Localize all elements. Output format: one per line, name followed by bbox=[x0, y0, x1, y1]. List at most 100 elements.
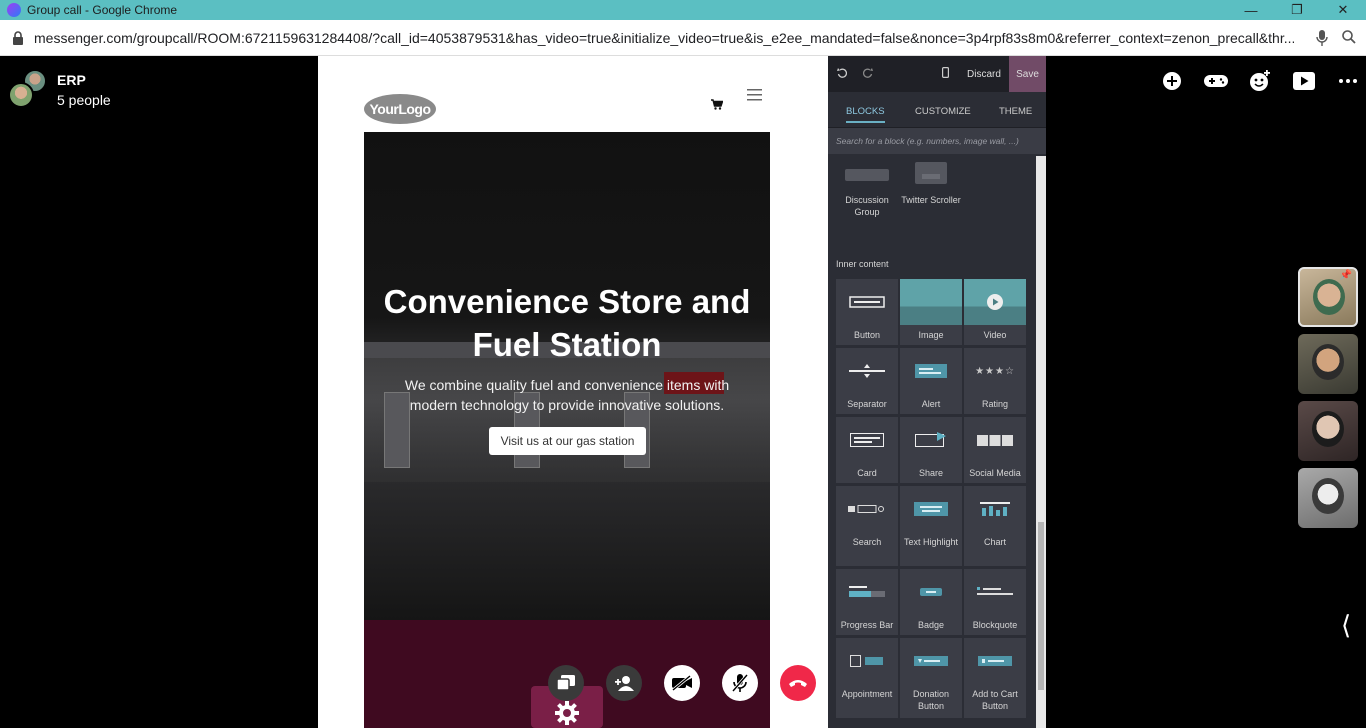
panel-scrollbar[interactable] bbox=[1036, 156, 1046, 728]
appointment-icon bbox=[836, 638, 898, 684]
participant-tile[interactable] bbox=[1298, 468, 1358, 528]
call-controls bbox=[548, 665, 816, 701]
snippet-add-to-cart-button[interactable]: Add to Cart Button bbox=[964, 638, 1026, 718]
window-title: Group call - Google Chrome bbox=[27, 3, 178, 17]
participant-tile[interactable] bbox=[1298, 401, 1358, 461]
window-titlebar: Group call - Google Chrome — ❐ ✕ bbox=[0, 0, 1366, 20]
camera-off-icon bbox=[672, 675, 692, 691]
restore-button[interactable]: ❐ bbox=[1274, 0, 1320, 20]
separator-icon bbox=[836, 348, 898, 394]
end-call-button[interactable] bbox=[780, 665, 816, 701]
discard-button[interactable]: Discard bbox=[967, 69, 1001, 80]
snippet-search[interactable]: Search bbox=[836, 486, 898, 566]
url-text[interactable]: messenger.com/groupcall/ROOM:67211596312… bbox=[34, 30, 1294, 46]
redo-icon[interactable] bbox=[862, 68, 873, 81]
snippet-donation-button[interactable]: Donation Button bbox=[900, 638, 962, 718]
tab-customize[interactable]: CUSTOMIZE bbox=[915, 106, 971, 117]
add-icon[interactable] bbox=[1150, 68, 1194, 94]
minimize-button[interactable]: — bbox=[1228, 0, 1274, 20]
scrollbar-thumb[interactable] bbox=[1038, 522, 1044, 690]
chart-icon bbox=[964, 486, 1026, 532]
collapse-sidebar-icon[interactable]: ⟨ bbox=[1341, 610, 1351, 641]
snippet-discussion-group[interactable]: Discussion Group bbox=[836, 156, 898, 236]
pin-icon[interactable]: 📌 bbox=[1340, 270, 1352, 281]
hero-subtitle[interactable]: We combine quality fuel and convenience … bbox=[364, 375, 770, 415]
cta-button[interactable]: Visit us at our gas station bbox=[489, 427, 646, 455]
video-icon bbox=[964, 279, 1026, 325]
twitter-scroller-icon bbox=[900, 156, 962, 190]
call-toolbar bbox=[1150, 68, 1366, 94]
snippet-card[interactable]: Card bbox=[836, 417, 898, 483]
snippet-rating[interactable]: ★★★☆ Rating bbox=[964, 348, 1026, 414]
save-button[interactable]: Save bbox=[1009, 56, 1046, 92]
hero-section[interactable]: Convenience Store and Fuel Station We co… bbox=[364, 132, 770, 620]
add-to-cart-icon bbox=[964, 638, 1026, 684]
avatar bbox=[1313, 279, 1345, 315]
donation-button-icon bbox=[900, 638, 962, 684]
more-options-icon[interactable] bbox=[1326, 68, 1366, 94]
search-icon bbox=[836, 486, 898, 532]
avatar bbox=[1312, 478, 1344, 514]
snippet-image[interactable]: Image bbox=[900, 279, 962, 345]
snippet-blockquote[interactable]: Blockquote bbox=[964, 569, 1026, 635]
snippet-separator[interactable]: Separator bbox=[836, 348, 898, 414]
participant-tile[interactable]: 📌 bbox=[1298, 267, 1358, 327]
snippet-share[interactable]: Share bbox=[900, 417, 962, 483]
game-controller-icon[interactable] bbox=[1194, 68, 1238, 94]
undo-icon[interactable] bbox=[837, 68, 848, 81]
effects-icon[interactable] bbox=[1238, 68, 1282, 94]
participant-tile[interactable] bbox=[1298, 334, 1358, 394]
snippet-chart[interactable]: Chart bbox=[964, 486, 1026, 566]
avatar bbox=[8, 82, 34, 108]
cart-icon[interactable] bbox=[711, 97, 724, 115]
snippet-appointment[interactable]: Appointment bbox=[836, 638, 898, 718]
site-logo[interactable]: YourLogo bbox=[364, 94, 436, 124]
gear-icon bbox=[555, 701, 579, 725]
badge-icon bbox=[900, 569, 962, 615]
group-avatar bbox=[8, 70, 48, 110]
tab-blocks[interactable]: BLOCKS bbox=[846, 106, 885, 123]
blockquote-icon bbox=[964, 569, 1026, 615]
avatar bbox=[1312, 344, 1344, 380]
microphone-icon[interactable] bbox=[1316, 30, 1328, 51]
share-screen-button[interactable] bbox=[548, 665, 584, 701]
lock-icon bbox=[12, 30, 24, 45]
snippet-text-highlight[interactable]: Text Highlight bbox=[900, 486, 962, 566]
button-icon bbox=[836, 279, 898, 325]
snippet-button[interactable]: Button bbox=[836, 279, 898, 345]
search-icon[interactable] bbox=[1342, 30, 1356, 51]
menu-icon[interactable] bbox=[747, 88, 762, 106]
snippet-progress-bar[interactable]: Progress Bar bbox=[836, 569, 898, 635]
watch-together-icon[interactable] bbox=[1282, 68, 1326, 94]
image-icon bbox=[900, 279, 962, 325]
snippet-video[interactable]: Video bbox=[964, 279, 1026, 345]
add-person-icon bbox=[615, 676, 634, 691]
card-icon bbox=[836, 417, 898, 463]
social-media-icon bbox=[964, 417, 1026, 463]
close-button[interactable]: ✕ bbox=[1320, 0, 1366, 20]
text-highlight-icon bbox=[900, 486, 962, 532]
star-icon: ★★★☆ bbox=[975, 365, 1015, 377]
hero-headline[interactable]: Convenience Store and Fuel Station bbox=[364, 280, 770, 366]
section-label: Inner content bbox=[836, 259, 889, 269]
snippet-twitter-scroller[interactable]: Twitter Scroller bbox=[900, 156, 962, 236]
mute-button[interactable] bbox=[722, 665, 758, 701]
snippet-badge[interactable]: Badge bbox=[900, 569, 962, 635]
mobile-preview-icon[interactable] bbox=[942, 67, 950, 81]
website-editor-panel: Discard Save BLOCKS CUSTOMIZE THEME Sear… bbox=[828, 56, 1046, 728]
tab-theme[interactable]: THEME bbox=[999, 106, 1032, 117]
alert-icon bbox=[900, 348, 962, 394]
add-person-button[interactable] bbox=[606, 665, 642, 701]
camera-off-button[interactable] bbox=[664, 665, 700, 701]
microphone-off-icon bbox=[731, 674, 749, 692]
snippet-alert[interactable]: Alert bbox=[900, 348, 962, 414]
participant-tiles: 📌 bbox=[1298, 267, 1358, 535]
headline-line-2: Fuel Station bbox=[472, 326, 662, 363]
snippet-social-media[interactable]: Social Media bbox=[964, 417, 1026, 483]
end-call-icon bbox=[789, 680, 807, 687]
call-info: ERP 5 people bbox=[8, 70, 111, 110]
block-search-input[interactable]: Search for a block (e.g. numbers, image … bbox=[828, 128, 1046, 154]
address-bar[interactable]: messenger.com/groupcall/ROOM:67211596312… bbox=[0, 20, 1366, 56]
headline-line-1: Convenience Store and bbox=[383, 283, 751, 320]
messenger-icon bbox=[7, 3, 21, 17]
